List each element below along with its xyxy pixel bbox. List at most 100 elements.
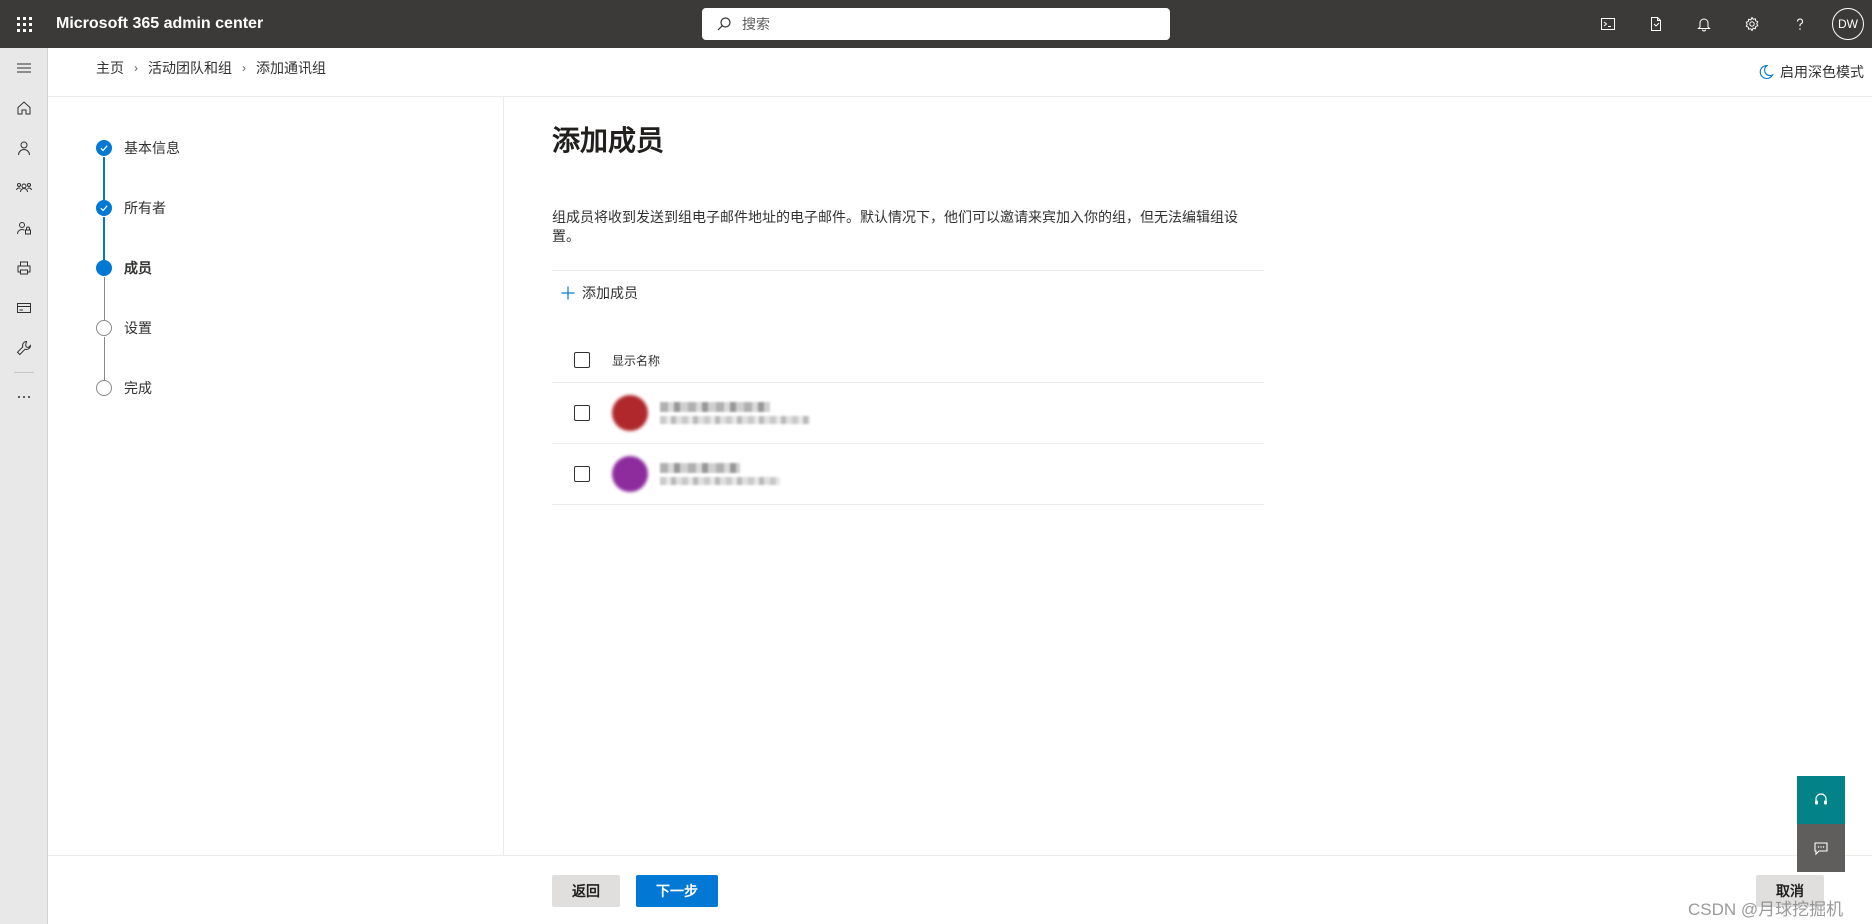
step-current-icon bbox=[96, 260, 112, 276]
add-member-button[interactable]: 添加成员 bbox=[560, 283, 638, 303]
nav-item-users[interactable] bbox=[0, 128, 48, 168]
search-placeholder: 搜索 bbox=[742, 16, 770, 32]
command-bar: 添加成员 bbox=[552, 270, 1264, 314]
member-email-redacted bbox=[660, 477, 780, 485]
wrench-icon bbox=[16, 340, 32, 356]
breadcrumb-active-teams[interactable]: 活动团队和组 bbox=[148, 58, 232, 78]
nav-toggle-button[interactable] bbox=[0, 48, 48, 88]
step-owners[interactable]: 所有者 bbox=[96, 200, 180, 260]
nav-item-home[interactable] bbox=[0, 88, 48, 128]
next-button[interactable]: 下一步 bbox=[636, 875, 718, 907]
hamburger-icon bbox=[17, 63, 31, 73]
back-button[interactable]: 返回 bbox=[552, 875, 620, 907]
column-header-display-name[interactable]: 显示名称 bbox=[612, 352, 660, 369]
app-title: Microsoft 365 admin center bbox=[56, 15, 264, 32]
wizard-footer: 返回 下一步 取消 bbox=[48, 855, 1872, 924]
chevron-right-icon: › bbox=[242, 61, 246, 75]
select-all-checkbox[interactable] bbox=[574, 352, 590, 368]
document-icon bbox=[1651, 17, 1661, 31]
wizard-stepper: 基本信息 所有者 成员 设置 完成 bbox=[96, 140, 180, 440]
left-nav bbox=[0, 48, 48, 924]
member-name-redacted bbox=[660, 402, 770, 412]
step-complete-icon bbox=[96, 140, 112, 156]
page-description: 组成员将收到发送到组电子邮件地址的电子邮件。默认情况下，他们可以邀请来宾加入你的… bbox=[552, 209, 1238, 244]
step-members[interactable]: 成员 bbox=[96, 260, 180, 320]
breadcrumb: 主页 › 活动团队和组 › 添加通讯组 bbox=[96, 58, 326, 78]
terminal-icon bbox=[1601, 18, 1615, 30]
member-persona bbox=[612, 456, 780, 492]
breadcrumb-current: 添加通讯组 bbox=[256, 60, 326, 76]
step-label: 基本信息 bbox=[124, 140, 180, 156]
home-icon bbox=[17, 101, 31, 115]
panel-divider bbox=[503, 97, 504, 855]
user-key-icon bbox=[17, 222, 31, 235]
row-checkbox[interactable] bbox=[574, 466, 590, 482]
user-icon bbox=[18, 141, 30, 156]
account-button[interactable]: DW bbox=[1824, 0, 1872, 48]
document-button[interactable] bbox=[1632, 0, 1680, 48]
step-connector bbox=[103, 277, 105, 320]
dark-mode-label: 启用深色模式 bbox=[1780, 64, 1864, 80]
step-finish[interactable]: 完成 bbox=[96, 380, 180, 440]
member-name-redacted bbox=[660, 463, 740, 473]
step-connector bbox=[103, 337, 105, 380]
step-label: 完成 bbox=[124, 380, 152, 396]
nav-item-more[interactable] bbox=[0, 377, 48, 417]
row-checkbox[interactable] bbox=[574, 405, 590, 421]
dark-mode-toggle[interactable]: 启用深色模式 bbox=[1758, 62, 1864, 82]
search-icon bbox=[717, 17, 731, 31]
nav-item-resources[interactable] bbox=[0, 248, 48, 288]
nav-item-setup[interactable] bbox=[0, 328, 48, 368]
app-launcher-button[interactable] bbox=[0, 0, 48, 48]
step-complete-icon bbox=[96, 200, 112, 216]
nav-item-teams[interactable] bbox=[0, 168, 48, 208]
moon-icon bbox=[1759, 64, 1774, 79]
help-icon bbox=[1796, 18, 1803, 30]
help-button[interactable] bbox=[1776, 0, 1824, 48]
nav-item-roles[interactable] bbox=[0, 208, 48, 248]
support-float-button[interactable] bbox=[1797, 776, 1845, 824]
members-table: 显示名称 bbox=[552, 338, 1264, 505]
table-row[interactable] bbox=[552, 383, 1264, 444]
chevron-right-icon: › bbox=[134, 61, 138, 75]
headset-icon bbox=[1815, 793, 1827, 805]
page-title: 添加成员 bbox=[552, 125, 665, 156]
step-pending-icon bbox=[96, 320, 112, 336]
add-member-label: 添加成员 bbox=[582, 284, 638, 301]
member-avatar bbox=[612, 456, 648, 492]
member-persona bbox=[612, 395, 810, 431]
step-basic-info[interactable]: 基本信息 bbox=[96, 140, 180, 200]
step-settings[interactable]: 设置 bbox=[96, 320, 180, 380]
gear-icon bbox=[1745, 16, 1759, 32]
more-icon bbox=[18, 396, 30, 398]
watermark: CSDN @月球挖掘机 bbox=[1688, 900, 1844, 919]
billing-card-icon bbox=[17, 303, 31, 313]
nav-divider bbox=[14, 372, 34, 373]
table-header: 显示名称 bbox=[552, 338, 1264, 383]
bell-icon bbox=[1697, 18, 1711, 32]
printer-icon bbox=[17, 261, 31, 275]
notifications-button[interactable] bbox=[1680, 0, 1728, 48]
step-label: 成员 bbox=[124, 260, 152, 276]
chat-icon bbox=[1814, 842, 1828, 856]
top-bar: Microsoft 365 admin center 搜索 DW bbox=[0, 0, 1872, 48]
member-avatar bbox=[612, 395, 648, 431]
table-row[interactable] bbox=[552, 444, 1264, 505]
terminal-button[interactable] bbox=[1584, 0, 1632, 48]
step-pending-icon bbox=[96, 380, 112, 396]
step-label: 设置 bbox=[124, 320, 152, 336]
step-connector bbox=[103, 217, 105, 260]
plus-icon bbox=[561, 286, 575, 299]
search-input[interactable]: 搜索 bbox=[702, 8, 1170, 40]
feedback-float-button[interactable] bbox=[1797, 824, 1845, 872]
header-divider bbox=[48, 96, 1872, 97]
settings-button[interactable] bbox=[1728, 0, 1776, 48]
step-connector bbox=[103, 157, 105, 200]
breadcrumb-home[interactable]: 主页 bbox=[96, 58, 124, 78]
avatar: DW bbox=[1832, 8, 1864, 40]
member-email-redacted bbox=[660, 416, 810, 424]
waffle-icon bbox=[16, 16, 32, 32]
step-label: 所有者 bbox=[124, 200, 166, 216]
nav-item-billing[interactable] bbox=[0, 288, 48, 328]
group-icon bbox=[16, 183, 32, 193]
